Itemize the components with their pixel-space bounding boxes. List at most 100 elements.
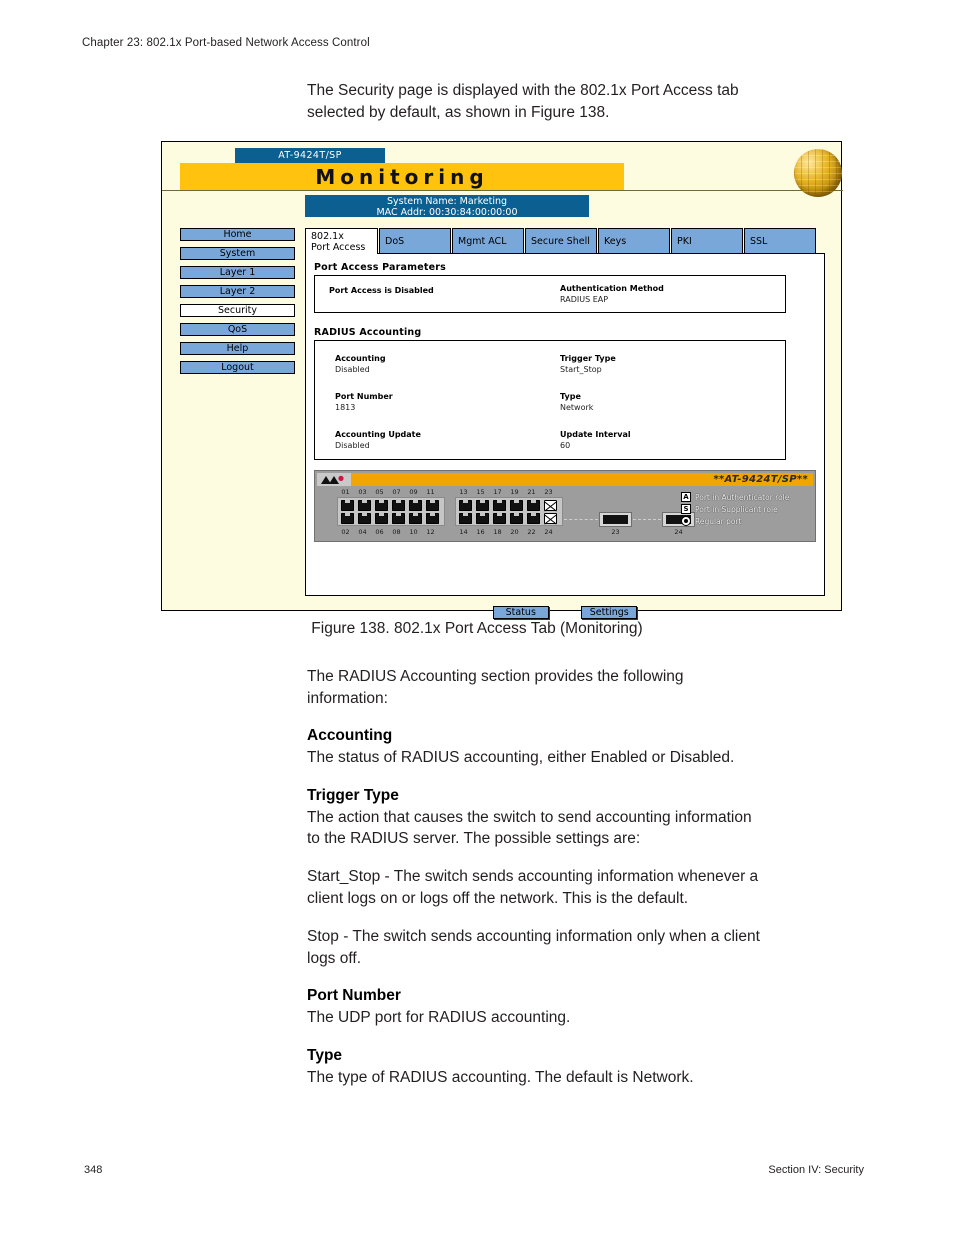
start-stop-paragraph: Start_Stop - The switch sends accounting… [307, 866, 837, 909]
mac-address: MAC Addr: 00:30:84:00:00:00 [376, 207, 518, 218]
authenticator-key-icon: A [681, 492, 691, 502]
sidebar-item-help[interactable]: Help [180, 342, 295, 355]
port-jack-19[interactable] [510, 500, 523, 511]
port-group-2[interactable] [455, 497, 563, 526]
port-number-label: 10 [409, 528, 418, 536]
port-access-parameters-box: Port Access is Disabled Authentication M… [314, 275, 786, 313]
tab-dos[interactable]: DoS [379, 228, 451, 254]
port-jack-05[interactable] [375, 500, 388, 511]
figure-caption: Figure 138. 802.1x Port Access Tab (Moni… [311, 620, 643, 637]
intro-paragraph: The Security page is displayed with the … [307, 80, 837, 123]
sidebar-item-layer-2[interactable]: Layer 2 [180, 285, 295, 298]
device-model-tag: AT-9424T/SP [235, 148, 385, 163]
port-numbers-top-group-1: 01 03 05 07 09 11 [339, 488, 437, 496]
port-number-label: 03 [358, 488, 367, 496]
regular-port-radio-icon [681, 516, 691, 526]
tab-secure-shell[interactable]: Secure Shell [525, 228, 597, 254]
port-jack-11[interactable] [426, 500, 439, 511]
legend-text-authenticator: Port in Authenticator role [695, 492, 790, 502]
sidebar-nav: Home System Layer 1 Layer 2 Security QoS… [180, 228, 295, 380]
legend-row-regular: Regular port [681, 516, 809, 526]
update-interval-value: 60 [560, 441, 571, 450]
sidebar-item-system[interactable]: System [180, 247, 295, 260]
port-access-parameters-title: Port Access Parameters [314, 262, 446, 273]
port-jack-04[interactable] [358, 513, 371, 524]
sidebar-item-logout[interactable]: Logout [180, 361, 295, 374]
port-number-label: 16 [476, 528, 485, 536]
tab-pki[interactable]: PKI [671, 228, 743, 254]
port-jack-12[interactable] [426, 513, 439, 524]
gbic-label-23: 23 [611, 528, 620, 536]
port-jack-15[interactable] [476, 500, 489, 511]
port-jack-08[interactable] [392, 513, 405, 524]
tab-keys[interactable]: Keys [598, 228, 670, 254]
port-number-label: 09 [409, 488, 418, 496]
settings-button[interactable]: Settings [581, 606, 638, 619]
accounting-update-label: Accounting Update [335, 430, 421, 439]
port-number-label: 23 [544, 488, 553, 496]
port-jack-03[interactable] [358, 500, 371, 511]
tab-content-panel: Port Access Parameters Port Access is Di… [305, 253, 825, 596]
switch-faceplate-graphic[interactable]: **AT-9424T/SP** 01 03 05 07 09 11 02 04 … [314, 470, 816, 542]
globe-icon [794, 149, 842, 197]
accounting-heading: Accounting [307, 727, 393, 744]
port-role-legend: A Port in Authenticator role S Port in S… [681, 492, 809, 528]
type-value: Network [560, 403, 594, 412]
trigger-type-section: Trigger Type The action that causes the … [307, 785, 837, 850]
status-button[interactable]: Status [492, 606, 549, 619]
legend-row-supplicant: S Port in Supplicant role [681, 504, 809, 514]
port-jack-07[interactable] [392, 500, 405, 511]
port-jack-22[interactable] [527, 513, 540, 524]
start-stop-line-1: Start_Stop - The switch sends accounting… [307, 868, 759, 885]
port-jack-14[interactable] [459, 513, 472, 524]
system-name: System Name: Marketing [386, 196, 508, 207]
supplicant-key-icon: S [681, 504, 691, 514]
trigger-type-value: Start_Stop [560, 365, 602, 374]
tab-802-1x-port-access[interactable]: 802.1x Port Access [305, 228, 378, 254]
gbic-label-24: 24 [674, 528, 683, 536]
port-number-label: 22 [527, 528, 536, 536]
port-jack-02[interactable] [341, 513, 354, 524]
port-jack-16[interactable] [476, 513, 489, 524]
uplink-dotted-line [564, 519, 598, 521]
page-banner: Monitoring [180, 163, 624, 191]
port-jack-18[interactable] [493, 513, 506, 524]
radius-intro-line-2: information: [307, 689, 388, 707]
stop-paragraph: Stop - The switch sends accounting infor… [307, 926, 837, 969]
port-number-value: 1813 [335, 403, 356, 412]
figure-138-screenshot: AT-9424T/SP Monitoring System Name: Mark… [161, 141, 843, 619]
port-jack-13[interactable] [459, 500, 472, 511]
port-jack-06[interactable] [375, 513, 388, 524]
tab-mgmt-acl[interactable]: Mgmt ACL [452, 228, 524, 254]
port-number-label: 15 [476, 488, 485, 496]
sidebar-item-layer-1[interactable]: Layer 1 [180, 266, 295, 279]
system-info-panel: System Name: Marketing MAC Addr: 00:30:8… [305, 195, 589, 218]
port-jack-01[interactable] [341, 500, 354, 511]
port-jack-17[interactable] [493, 500, 506, 511]
port-jack-24-disabled[interactable] [544, 513, 557, 524]
trigger-type-heading: Trigger Type [307, 787, 399, 804]
accounting-section: Accounting The status of RADIUS accounti… [307, 725, 837, 768]
port-jack-20[interactable] [510, 513, 523, 524]
stop-line-1: Stop - The switch sends accounting infor… [307, 928, 760, 945]
accounting-value: Disabled [335, 365, 370, 374]
port-jack-09[interactable] [409, 500, 422, 511]
port-number-label: 01 [341, 488, 350, 496]
page-number: 348 [84, 1164, 103, 1176]
port-number-label: 24 [544, 528, 553, 536]
port-jack-10[interactable] [409, 513, 422, 524]
faceplate-top-bar: **AT-9424T/SP** [317, 473, 813, 486]
port-group-1[interactable] [337, 497, 445, 526]
gbic-slot-23[interactable] [599, 512, 632, 527]
port-jack-21[interactable] [527, 500, 540, 511]
sidebar-item-security[interactable]: Security [180, 304, 295, 317]
sidebar-item-qos[interactable]: QoS [180, 323, 295, 336]
tab-ssl[interactable]: SSL [744, 228, 816, 254]
port-jack-23-disabled[interactable] [544, 500, 557, 511]
sidebar-item-home[interactable]: Home [180, 228, 295, 241]
authentication-method-value: RADIUS EAP [560, 295, 609, 304]
port-number-label: 19 [510, 488, 519, 496]
port-number-label: 02 [341, 528, 350, 536]
banner-title: Monitoring [315, 165, 489, 189]
port-number-section: Port Number The UDP port for RADIUS acco… [307, 985, 837, 1028]
